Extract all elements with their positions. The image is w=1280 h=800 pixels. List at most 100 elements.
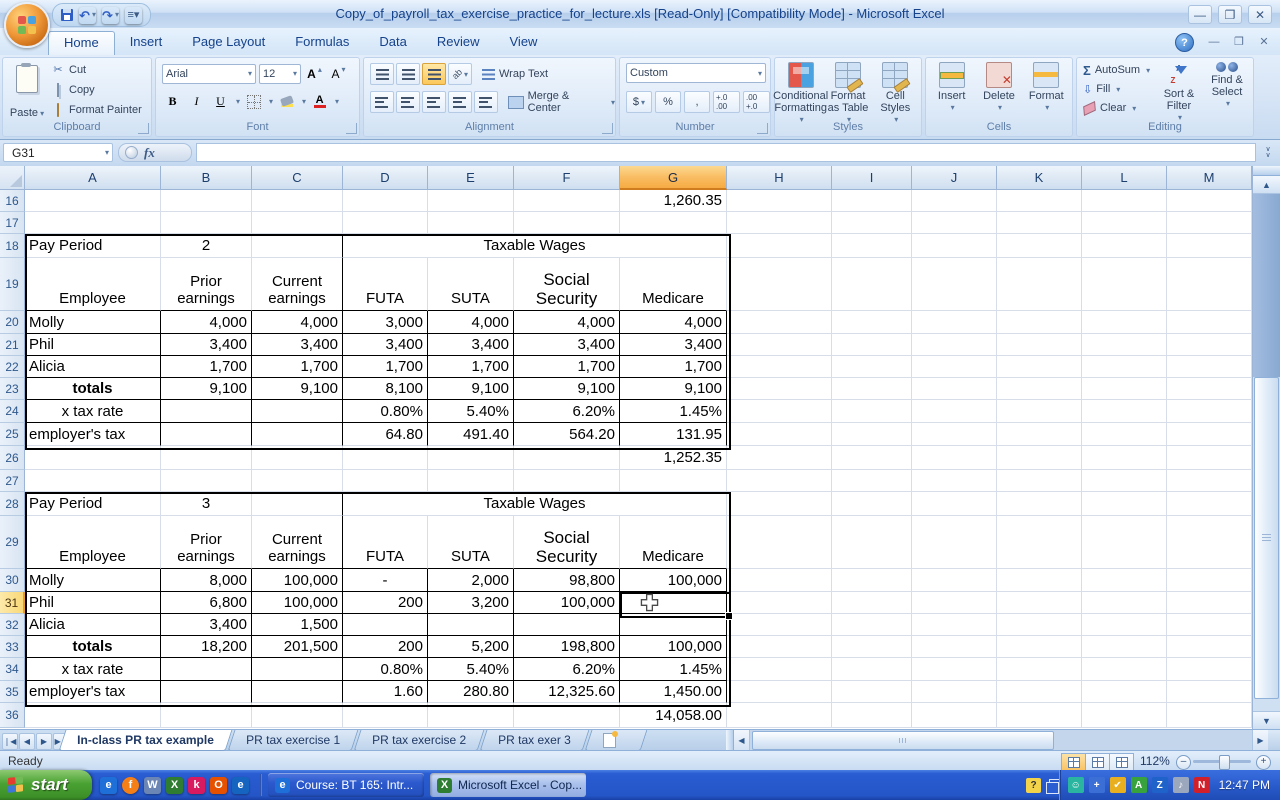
cell-B27[interactable] (161, 470, 252, 492)
cell-D32[interactable] (343, 614, 428, 636)
cell-H17[interactable] (727, 212, 832, 234)
row-header-20[interactable]: 20 (0, 311, 25, 334)
cell-H16[interactable] (727, 190, 832, 212)
cell-H26[interactable] (727, 446, 832, 470)
norton-icon[interactable]: N (1194, 777, 1210, 793)
cell-A27[interactable] (25, 470, 161, 492)
conditional-formatting-button[interactable]: Conditional Formatting▾ (778, 60, 824, 125)
format-cells-button[interactable]: Format▾ (1023, 60, 1069, 113)
cell-B34[interactable] (161, 658, 252, 681)
cell-D34[interactable]: 0.80% (343, 658, 428, 681)
cell-L23[interactable] (1082, 378, 1167, 400)
column-header-A[interactable]: A (25, 166, 161, 190)
cell-J22[interactable] (912, 356, 997, 378)
cell-J26[interactable] (912, 446, 997, 470)
scroll-left-icon[interactable]: ◀ (734, 730, 750, 751)
zoom-out-button[interactable]: – (1176, 755, 1191, 770)
cell-J18[interactable] (912, 234, 997, 258)
autosum-button[interactable]: ΣAutoSum▾ (1083, 62, 1150, 78)
cell-D26[interactable] (343, 446, 428, 470)
cell-B29[interactable]: Prior earnings (161, 516, 252, 569)
office-button[interactable] (4, 2, 50, 48)
cell-H30[interactable] (727, 569, 832, 592)
cell-B26[interactable] (161, 446, 252, 470)
cell-A36[interactable] (25, 703, 161, 728)
align-top-button[interactable] (370, 63, 394, 85)
cell-C24[interactable] (252, 400, 343, 423)
cell-B19[interactable]: Prior earnings (161, 258, 252, 311)
cell-L36[interactable] (1082, 703, 1167, 728)
firefox-icon[interactable]: f (122, 777, 139, 794)
font-size-select[interactable]: 12▾ (259, 64, 301, 84)
workbook-minimize-button[interactable]: — (1204, 34, 1224, 49)
cell-L34[interactable] (1082, 658, 1167, 681)
cell-F29[interactable]: Social Security (514, 516, 620, 569)
cell-M19[interactable] (1167, 258, 1252, 311)
cell-I20[interactable] (832, 311, 912, 334)
zoom-slider[interactable] (1193, 760, 1251, 763)
number-dialog-launcher-icon[interactable] (757, 123, 768, 134)
cell-G20[interactable]: 4,000 (620, 311, 727, 334)
zoom-in-button[interactable]: + (1256, 755, 1271, 770)
currency-format-button[interactable]: $▾ (626, 91, 652, 113)
format-painter-button[interactable]: Format Painter (51, 102, 142, 118)
cell-I31[interactable] (832, 592, 912, 614)
cell-G35[interactable]: 1,450.00 (620, 681, 727, 703)
cell-K18[interactable] (997, 234, 1082, 258)
cell-J36[interactable] (912, 703, 997, 728)
cell-K29[interactable] (997, 516, 1082, 569)
cell-A22[interactable]: Alicia (25, 356, 161, 378)
cell-D19[interactable]: FUTA (343, 258, 428, 311)
cell-G34[interactable]: 1.45% (620, 658, 727, 681)
cell-B31[interactable]: 6,800 (161, 592, 252, 614)
cell-G30[interactable]: 100,000 (620, 569, 727, 592)
zoom-slider-thumb[interactable] (1219, 755, 1230, 770)
cell-J16[interactable] (912, 190, 997, 212)
vertical-scroll-thumb[interactable] (1254, 377, 1279, 699)
cell-J27[interactable] (912, 470, 997, 492)
cell-D16[interactable] (343, 190, 428, 212)
cell-A31[interactable]: Phil (25, 592, 161, 614)
column-header-I[interactable]: I (832, 166, 912, 190)
cell-E36[interactable] (428, 703, 514, 728)
insert-cells-button[interactable]: Insert▾ (929, 60, 975, 113)
cell-A23[interactable]: totals (25, 378, 161, 400)
tab-page-layout[interactable]: Page Layout (177, 31, 280, 55)
cell-D35[interactable]: 1.60 (343, 681, 428, 703)
cell-D36[interactable] (343, 703, 428, 728)
row-header-29[interactable]: 29 (0, 516, 25, 569)
cell-L33[interactable] (1082, 636, 1167, 658)
tab-view[interactable]: View (495, 31, 553, 55)
cell-H19[interactable] (727, 258, 832, 311)
row-header-18[interactable]: 18 (0, 234, 25, 258)
row-header-32[interactable]: 32 (0, 614, 25, 636)
cell-I30[interactable] (832, 569, 912, 592)
zoom-level[interactable]: 112% (1140, 754, 1170, 768)
cell-J32[interactable] (912, 614, 997, 636)
cell-C21[interactable]: 3,400 (252, 334, 343, 356)
borders-button[interactable] (243, 91, 264, 112)
tab-insert[interactable]: Insert (115, 31, 178, 55)
cell-H24[interactable] (727, 400, 832, 423)
row-header-27[interactable]: 27 (0, 470, 25, 492)
internet-explorer-icon[interactable]: e (100, 777, 117, 794)
cell-E23[interactable]: 9,100 (428, 378, 514, 400)
cell-L35[interactable] (1082, 681, 1167, 703)
cell-H21[interactable] (727, 334, 832, 356)
cell-A20[interactable]: Molly (25, 311, 161, 334)
sheet-tab-pr-tax-exercise-1[interactable]: PR tax exercise 1 (227, 730, 358, 751)
bold-button[interactable]: B (162, 91, 183, 112)
cell-C28[interactable] (252, 492, 343, 516)
cell-J24[interactable] (912, 400, 997, 423)
cell-L24[interactable] (1082, 400, 1167, 423)
tab-home[interactable]: Home (48, 31, 115, 55)
cell-F20[interactable]: 4,000 (514, 311, 620, 334)
row-header-25[interactable]: 25 (0, 423, 25, 446)
expand-formula-bar-icon[interactable]: ∨∨ (1260, 144, 1276, 161)
cell-C33[interactable]: 201,500 (252, 636, 343, 658)
cell-A24[interactable]: x tax rate (25, 400, 161, 423)
msn-icon[interactable]: e (232, 777, 249, 794)
cell-F25[interactable]: 564.20 (514, 423, 620, 446)
start-button[interactable]: start (0, 770, 92, 800)
cell-G16[interactable]: 1,260.35 (620, 190, 727, 212)
